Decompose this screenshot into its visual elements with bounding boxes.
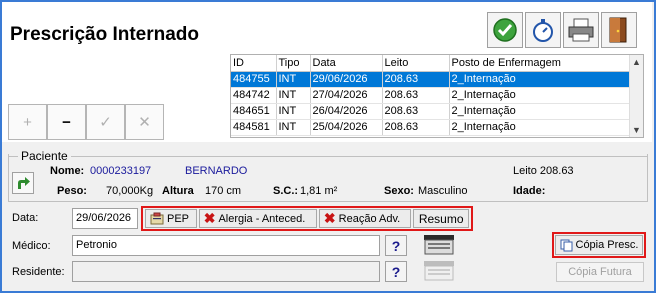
cell-data: 25/04/2026 [310,119,383,136]
confirm-icon [493,18,517,42]
cell-id: 484581 [231,119,277,136]
altura-value: 170 cm [205,185,242,197]
prescription-grid: ID Tipo Data Leito Posto de Enfermagem 4… [230,54,644,138]
col-data[interactable]: Data [310,55,383,72]
resumo-label: Resumo [418,211,464,226]
cell-tipo: INT [276,119,311,136]
col-tipo[interactable]: Tipo [276,55,311,72]
cell-tipo: INT [276,87,311,104]
cell-id: 484742 [231,87,277,104]
alergia-label: Alergia - Anteced. [218,212,306,225]
cell-data: 27/04/2026 [310,87,383,104]
col-posto[interactable]: Posto de Enfermagem [449,55,631,72]
table-row[interactable]: 484742 INT 27/04/2026 208.63 2_Internaçã… [231,87,631,104]
stopwatch-icon [533,19,553,42]
patient-name: BERNARDO [185,165,248,177]
cell-posto: 2_Internação [449,119,631,136]
cell-leito: 208.63 [382,119,450,136]
medico-label: Médico: [12,240,51,252]
nome-label: Nome: [50,165,85,177]
red-x-icon: ✖ [323,210,336,226]
date-field[interactable]: 29/06/2026 [72,208,138,229]
cross-icon: ✕ [138,114,151,131]
red-x-icon: ✖ [203,210,216,226]
cell-id: 484755 [231,71,277,88]
scroll-up-icon[interactable]: ▲ [632,57,641,67]
scroll-down-icon[interactable]: ▼ [632,125,641,135]
check-icon: ✓ [99,114,112,131]
residente-lookup-button[interactable] [422,259,456,283]
medico-help-button[interactable]: ? [385,235,407,256]
print-button[interactable] [563,12,599,48]
cell-leito: 208.63 [382,103,450,120]
confirm-button[interactable] [487,12,523,48]
pep-button[interactable]: PEP [145,209,197,228]
grid-scrollbar[interactable]: ▲ ▼ [629,55,643,137]
table-row[interactable]: 484755 INT 29/06/2026 208.63 2_Internaçã… [231,71,631,88]
cell-tipo: INT [276,71,311,88]
resumo-button[interactable]: Resumo [413,209,469,228]
patient-code: 0000233197 [90,165,152,177]
cell-tipo: INT [276,103,311,120]
copy-icon [560,239,572,251]
printer-icon [568,18,594,42]
reacao-button[interactable]: ✖ Reação Adv. [318,209,412,228]
action-buttons-group: PEP ✖ Alergia - Anteced. ✖ Reação Adv. R… [141,206,473,231]
peso-label: Peso: [57,185,87,197]
card-printer-icon [424,261,454,281]
pep-icon [150,212,164,225]
col-id[interactable]: ID [231,55,277,72]
copia-futura-button[interactable]: Cópia Futura [556,262,644,282]
residente-label: Residente: [12,266,65,278]
patient-legend: Paciente [18,149,71,163]
alergia-button[interactable]: ✖ Alergia - Anteced. [198,209,317,228]
cell-posto: 2_Internação [449,103,631,120]
cell-posto: 2_Internação [449,71,631,88]
sexo-label: Sexo: [384,185,414,197]
medico-field[interactable]: Petronio [72,235,380,256]
altura-label: Altura [162,185,194,197]
copia-presc-highlight: Cópia Presc. [552,232,646,258]
page-title: Prescrição Internado [10,24,200,45]
table-row[interactable]: 484651 INT 26/04/2026 208.63 2_Internaçã… [231,103,631,120]
cell-id: 484651 [231,103,277,120]
idade-label: Idade: [513,185,546,197]
sc-value: 1,81 m² [300,185,338,197]
copia-presc-button[interactable]: Cópia Presc. [555,235,643,255]
patient-leito: Leito 208.63 [513,165,574,177]
add-button[interactable]: + [8,104,47,140]
cell-data: 26/04/2026 [310,103,383,120]
patient-select-button[interactable] [12,172,34,194]
cell-data: 29/06/2026 [310,71,383,88]
cell-posto: 2_Internação [449,87,631,104]
sexo-value: Masculino [418,185,468,197]
copia-presc-label: Cópia Presc. [575,239,639,251]
confirm-record-button[interactable]: ✓ [86,104,125,140]
col-leito[interactable]: Leito [382,55,450,72]
peso-value: 70,000Kg [106,185,154,197]
residente-field[interactable] [72,261,380,282]
pep-label: PEP [167,212,190,225]
data-label: Data: [12,212,39,224]
record-nav: + − ✓ ✕ [8,104,164,140]
minus-icon: − [62,113,71,131]
timer-button[interactable] [525,12,561,48]
plus-icon: + [23,113,32,131]
grid-header: ID Tipo Data Leito Posto de Enfermagem [231,55,631,72]
reacao-label: Reação Adv. [338,212,401,225]
medico-lookup-button[interactable] [422,233,456,257]
exit-door-icon [609,17,627,43]
residente-help-button[interactable]: ? [385,261,407,282]
card-printer-icon [424,235,454,255]
sc-label: S.C.: [273,185,299,197]
cancel-record-button[interactable]: ✕ [125,104,164,140]
table-row[interactable]: 484581 INT 25/04/2026 208.63 2_Internaçã… [231,119,631,136]
cell-leito: 208.63 [382,87,450,104]
remove-button[interactable]: − [47,104,86,140]
exit-button[interactable] [601,12,637,48]
green-arrow-icon [18,177,30,189]
cell-leito: 208.63 [382,71,450,88]
